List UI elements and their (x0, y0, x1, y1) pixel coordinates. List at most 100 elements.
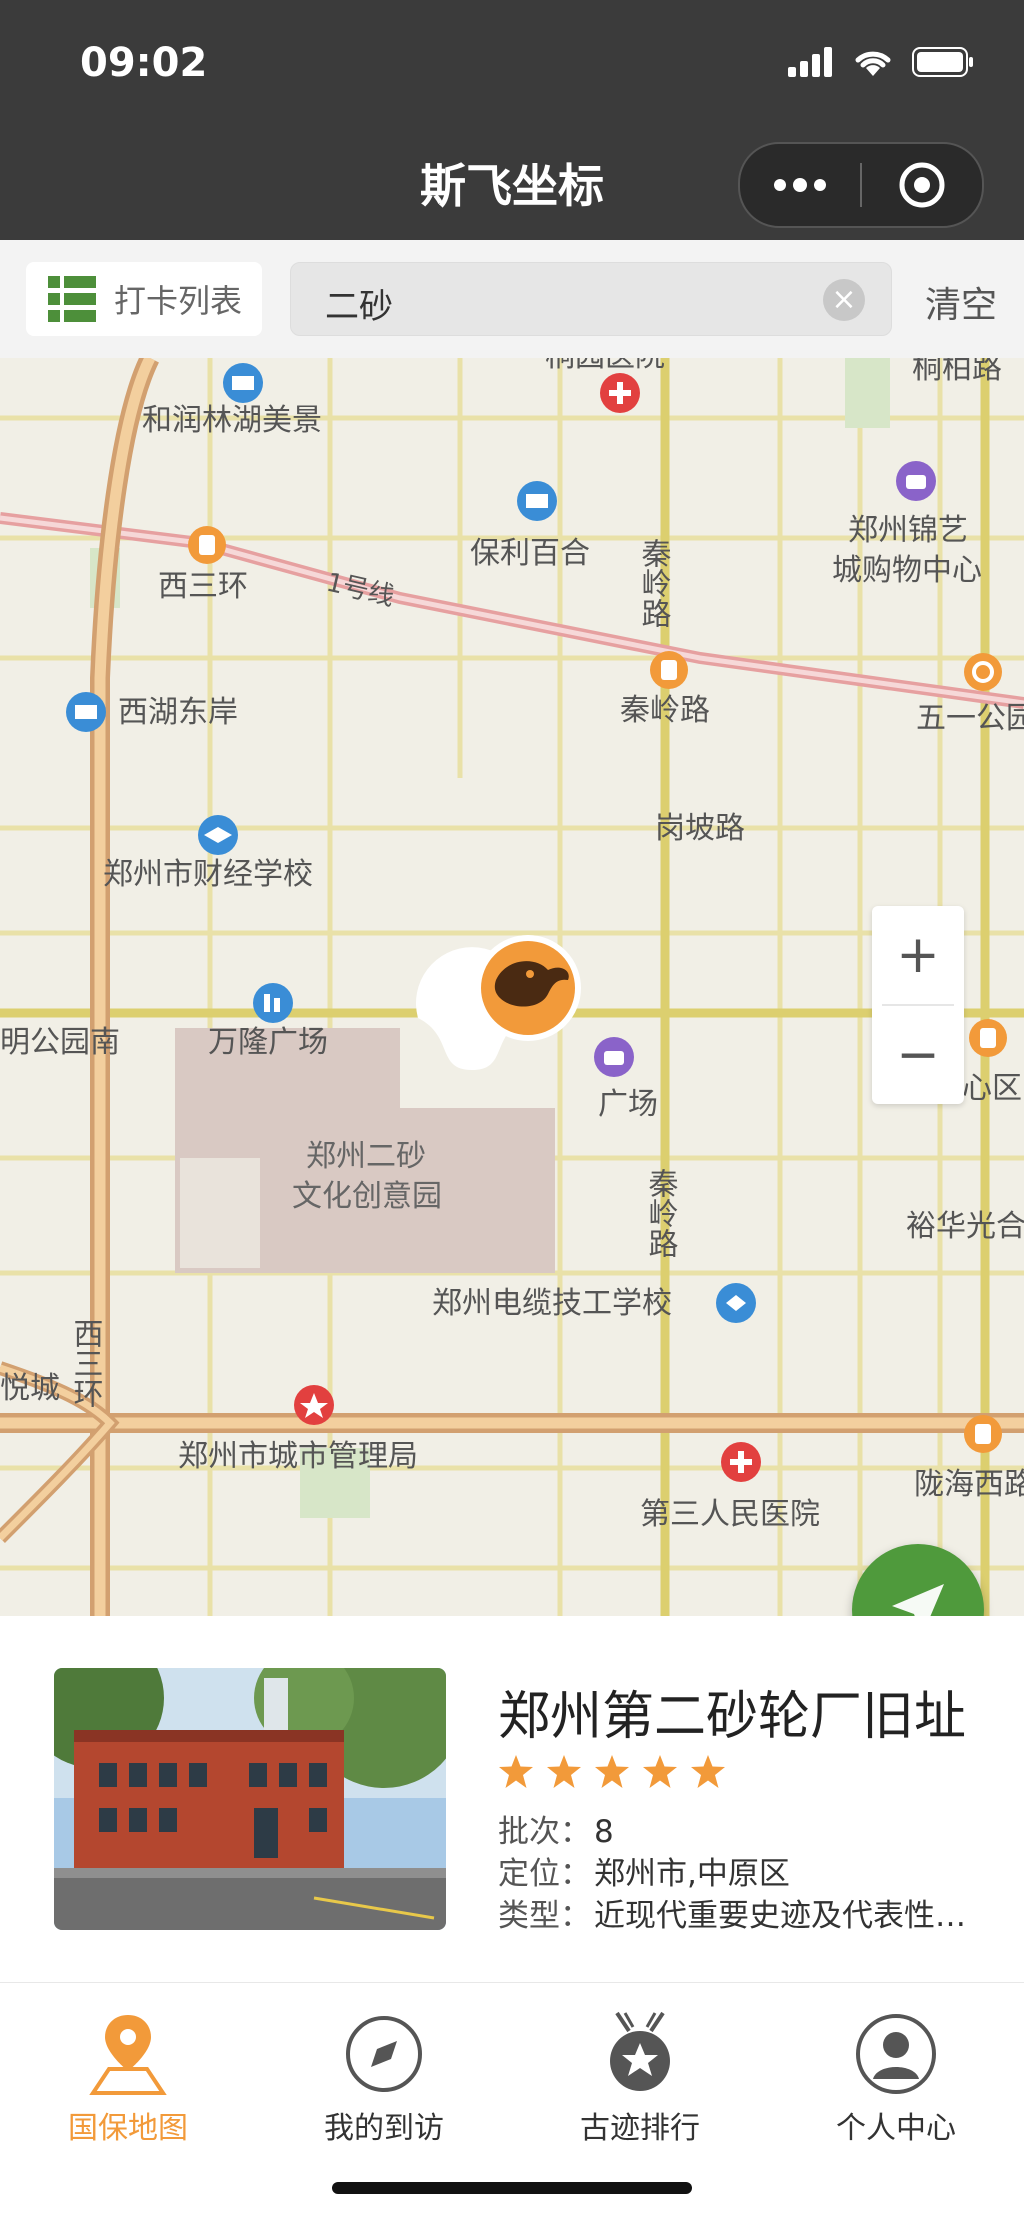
poi-school-icon (198, 815, 238, 855)
info-type: 类型：近现代重要史迹及代表性… (498, 1890, 966, 1935)
map-label-longhai: 陇海西路 (914, 1467, 1024, 1502)
more-dots-icon (774, 178, 826, 192)
zoom-out-button[interactable]: − (872, 1006, 964, 1104)
search-value: 二砂 (325, 287, 393, 327)
poi-bank-icon (66, 692, 106, 732)
battery-icon (912, 47, 973, 77)
status-bar: 09:02 (0, 0, 1024, 130)
search-row: 打卡列表 二砂 × 清空 (0, 240, 1024, 358)
map-label-qinling-road-2: 秦岭路 (643, 1168, 679, 1258)
more-button[interactable] (740, 144, 860, 226)
info-location-key: 定位： (498, 1856, 591, 1892)
metro-station-icon (964, 1415, 1002, 1453)
tab-my-visits[interactable]: 我的到访 (256, 2003, 512, 2146)
metro-station-icon (650, 651, 688, 689)
zoom-in-button[interactable]: + (872, 906, 964, 1004)
poi-government-icon (294, 1385, 334, 1425)
info-location: 定位：郑州市,中原区 (498, 1848, 790, 1893)
star-icon (499, 1755, 533, 1788)
map-label-park-south: 明公园南 (0, 1025, 120, 1060)
map-label-hospital3: 第三人民医院 (640, 1497, 820, 1532)
map-label-yuhua: 裕华光合 (906, 1209, 1024, 1244)
star-icon (691, 1755, 725, 1788)
checkin-list-button[interactable]: 打卡列表 (26, 262, 262, 336)
map-label-xisanhuan-road: 西三环 (68, 1318, 103, 1408)
map-label-ersha-2: 文化创意园 (292, 1179, 442, 1214)
map-label-gangpo: 岗坡路 (655, 811, 745, 846)
map-label-baoli: 保利百合 (470, 536, 590, 571)
map-label-dianlan: 郑州电缆技工学校 (432, 1286, 672, 1321)
metro-station-icon (188, 526, 226, 564)
selected-site-marker[interactable] (416, 935, 581, 1070)
target-circle-icon (899, 162, 945, 208)
info-type-value: 近现代重要史迹及代表性… (594, 1898, 966, 1934)
clear-button[interactable]: 清空 (925, 276, 997, 328)
mini-program-capsule (738, 142, 984, 228)
poi-hospital-icon (600, 373, 640, 413)
home-indicator[interactable] (332, 2182, 692, 2194)
map-canvas: 桐园医院 桐柏路 和润林湖美景 保利百合 郑州锦艺 城购物中心 西三环 1号线 … (0, 358, 1024, 1616)
site-info-card[interactable]: 郑州第二砂轮厂旧址 批次：8 定位：郑州市,中原区 类型：近现代重要史迹及代表性… (0, 1616, 1024, 1982)
tab-my-visits-label: 我的到访 (324, 2111, 444, 2146)
map-label-jinyi-2: 城购物中心 (832, 553, 982, 588)
poi-hospital-icon (721, 1442, 761, 1482)
poi-bank-icon (223, 363, 263, 403)
poi-building-icon (253, 983, 293, 1023)
status-time: 09:02 (80, 40, 208, 86)
map-label-caijing: 郑州市财经学校 (103, 857, 313, 892)
poi-bank-icon (517, 481, 557, 521)
close-button[interactable] (862, 144, 982, 226)
info-type-key: 类型： (498, 1898, 591, 1934)
site-name: 郑州第二砂轮厂旧址 (498, 1687, 967, 1747)
info-batch: 批次：8 (498, 1806, 614, 1851)
zoom-controls: + − (872, 906, 964, 1104)
poi-shopping-icon (896, 461, 936, 501)
star-icon (595, 1755, 629, 1788)
list-icon (48, 276, 96, 322)
tab-heritage-map[interactable]: 国保地图 (0, 2003, 256, 2146)
map-label-xisanhuan-station: 西三环 (158, 569, 248, 604)
site-photo (54, 1668, 446, 1930)
map-label-xihu: 西湖东岸 (118, 695, 238, 730)
map-label-qinling-road-1: 秦岭路 (636, 538, 672, 628)
info-batch-value: 8 (594, 1814, 614, 1850)
tab-ranking[interactable]: 古迹排行 (512, 2003, 768, 2146)
map-label-wuyi: 五一公园 (916, 701, 1024, 736)
tab-profile-label: 个人中心 (836, 2111, 956, 2146)
poi-shopping-icon (594, 1037, 634, 1077)
star-icon (547, 1755, 581, 1788)
nav-bar: 斯飞坐标 (0, 130, 1024, 240)
ranking-badge-icon (610, 2011, 670, 2091)
metro-station-icon (969, 1019, 1007, 1057)
map-label-center: 心区 (962, 1071, 1022, 1106)
map-label-qinling-station: 秦岭路 (620, 693, 710, 728)
map-view[interactable]: 桐园医院 桐柏路 和润林湖美景 保利百合 郑州锦艺 城购物中心 西三环 1号线 … (0, 358, 1024, 1616)
map-label-wanlong: 万隆广场 (208, 1025, 328, 1060)
tab-ranking-label: 古迹排行 (580, 2111, 700, 2146)
wifi-icon (855, 51, 891, 76)
map-label-top-hospital: 桐园医院 (545, 358, 665, 374)
map-label-herun: 和润林湖美景 (142, 403, 322, 438)
user-icon (856, 2014, 936, 2094)
info-location-value: 郑州市,中原区 (594, 1856, 790, 1892)
star-icon (643, 1755, 677, 1788)
signal-icon (788, 47, 832, 77)
map-label-chengguan: 郑州市城市管理局 (178, 1439, 418, 1474)
clear-input-icon[interactable]: × (823, 279, 865, 321)
tab-profile[interactable]: 个人中心 (768, 2003, 1024, 2146)
map-label-line1: 1号线 (323, 568, 397, 613)
rating-stars (498, 1754, 726, 1790)
map-label-guangchang: 广场 (598, 1087, 658, 1122)
metro-transfer-icon (964, 653, 1002, 691)
status-icons (788, 46, 974, 78)
poi-school-icon (716, 1283, 756, 1323)
checkin-list-label: 打卡列表 (114, 282, 243, 320)
compass-icon (346, 2016, 422, 2092)
map-label-tongbai: 桐柏路 (912, 358, 1002, 386)
map-pin-icon (89, 2015, 167, 2095)
search-input[interactable]: 二砂 × (290, 262, 892, 336)
map-label-jinyi-1: 郑州锦艺 (848, 513, 968, 548)
map-label-ersha-1: 郑州二砂 (306, 1139, 426, 1174)
map-label-yuecheng: 悦城 (0, 1371, 60, 1406)
tab-heritage-map-label: 国保地图 (68, 2111, 188, 2146)
